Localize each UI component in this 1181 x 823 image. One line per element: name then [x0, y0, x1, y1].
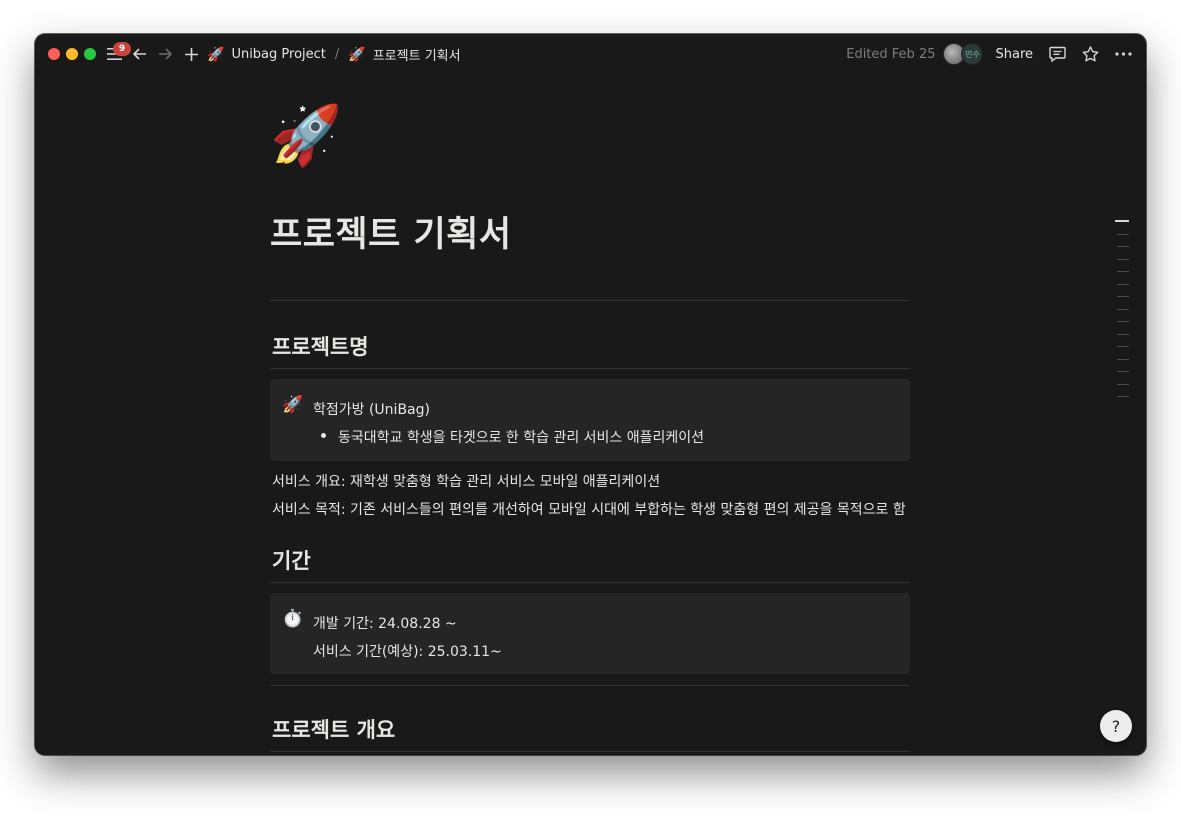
page-title[interactable]: 프로젝트 기획서: [270, 206, 512, 257]
toc-line[interactable]: [1117, 358, 1129, 360]
heading-underline: [270, 751, 910, 752]
toc-line[interactable]: [1117, 283, 1129, 285]
heading-period[interactable]: 기간: [272, 545, 311, 575]
help-icon[interactable]: ?: [1100, 710, 1132, 742]
toc-line[interactable]: [1117, 396, 1129, 397]
heading-project-overview[interactable]: 프로젝트 개요: [272, 714, 395, 744]
toc-line[interactable]: [1117, 271, 1129, 272]
heading-underline: [270, 368, 910, 369]
callout-project-name[interactable]: 🚀 학점가방 (UniBag) 동국대학교 학생을 타겟으로 한 학습 관리 서…: [270, 379, 910, 461]
toc-line[interactable]: [1117, 246, 1129, 247]
minimize-window-button[interactable]: [66, 48, 78, 60]
toc-line[interactable]: [1117, 308, 1129, 310]
rocket-icon: 🚀: [282, 395, 304, 415]
toc-line[interactable]: [1115, 220, 1129, 222]
notification-badge: 9: [113, 42, 131, 56]
more-options-icon[interactable]: [1115, 52, 1132, 56]
new-page-plus-icon[interactable]: [181, 43, 201, 65]
service-purpose-text[interactable]: 서비스 목적: 기존 서비스들의 편의를 개선하여 모바일 시대에 부합하는 학…: [272, 499, 906, 519]
rocket-icon: 🚀: [207, 46, 225, 63]
breadcrumb-item-current-page[interactable]: 프로젝트 기획서: [373, 45, 461, 64]
toc-line[interactable]: [1117, 233, 1129, 235]
callout-period[interactable]: ⏱️ 개발 기간: 24.08.28 ~ 서비스 기간(예상): 25.03.1…: [270, 593, 910, 674]
forward-arrow-icon[interactable]: [155, 43, 175, 65]
toc-line[interactable]: [1117, 371, 1129, 372]
share-button[interactable]: Share: [995, 47, 1033, 62]
toc-line[interactable]: [1117, 346, 1129, 347]
top-bar: 9 🚀 Unibag Project / 🚀 프로젝트 기획서 Edited F…: [35, 34, 1146, 74]
stopwatch-icon: ⏱️: [282, 609, 304, 629]
page-rocket-icon[interactable]: 🚀: [270, 100, 342, 170]
edited-timestamp[interactable]: Edited Feb 25: [846, 47, 935, 62]
callout-title[interactable]: 학점가방 (UniBag): [313, 399, 430, 419]
close-window-button[interactable]: [48, 48, 60, 60]
divider: [270, 300, 910, 301]
breadcrumb: 🚀 Unibag Project / 🚀 프로젝트 기획서: [207, 45, 461, 65]
back-arrow-icon[interactable]: [130, 43, 150, 65]
toc-line[interactable]: [1117, 333, 1129, 335]
divider: [270, 685, 910, 686]
toc-line[interactable]: [1117, 321, 1129, 322]
heading-project-name[interactable]: 프로젝트명: [272, 331, 369, 361]
toc-line[interactable]: [1117, 383, 1129, 385]
toc-line[interactable]: [1117, 258, 1129, 260]
topbar-actions: Edited Feb 25 민수 Share: [846, 43, 1132, 65]
avatar-collaborator[interactable]: 민수: [961, 43, 984, 65]
rocket-icon: 🚀: [348, 46, 366, 63]
bullet-dot: [321, 433, 326, 438]
comment-icon[interactable]: [1049, 46, 1066, 62]
help-glyph: ?: [1111, 716, 1121, 736]
app-window: 9 🚀 Unibag Project / 🚀 프로젝트 기획서 Edited F…: [35, 34, 1146, 755]
heading-underline: [270, 582, 910, 583]
list-item[interactable]: 동국대학교 학생을 타겟으로 한 학습 관리 서비스 애플리케이션: [338, 427, 704, 447]
zoom-window-button[interactable]: [84, 48, 96, 60]
dev-period-text[interactable]: 개발 기간: 24.08.28 ~: [313, 613, 457, 633]
breadcrumb-separator: /: [334, 47, 340, 62]
table-of-contents-minimap[interactable]: [1115, 220, 1129, 409]
service-overview-text[interactable]: 서비스 개요: 재학생 맞춤형 학습 관리 서비스 모바일 애플리케이션: [272, 471, 660, 491]
favorite-star-icon[interactable]: [1082, 46, 1099, 62]
breadcrumb-item-unibag-project[interactable]: Unibag Project: [231, 47, 325, 62]
service-period-text[interactable]: 서비스 기간(예상): 25.03.11~: [313, 641, 502, 661]
toc-line[interactable]: [1117, 296, 1129, 297]
